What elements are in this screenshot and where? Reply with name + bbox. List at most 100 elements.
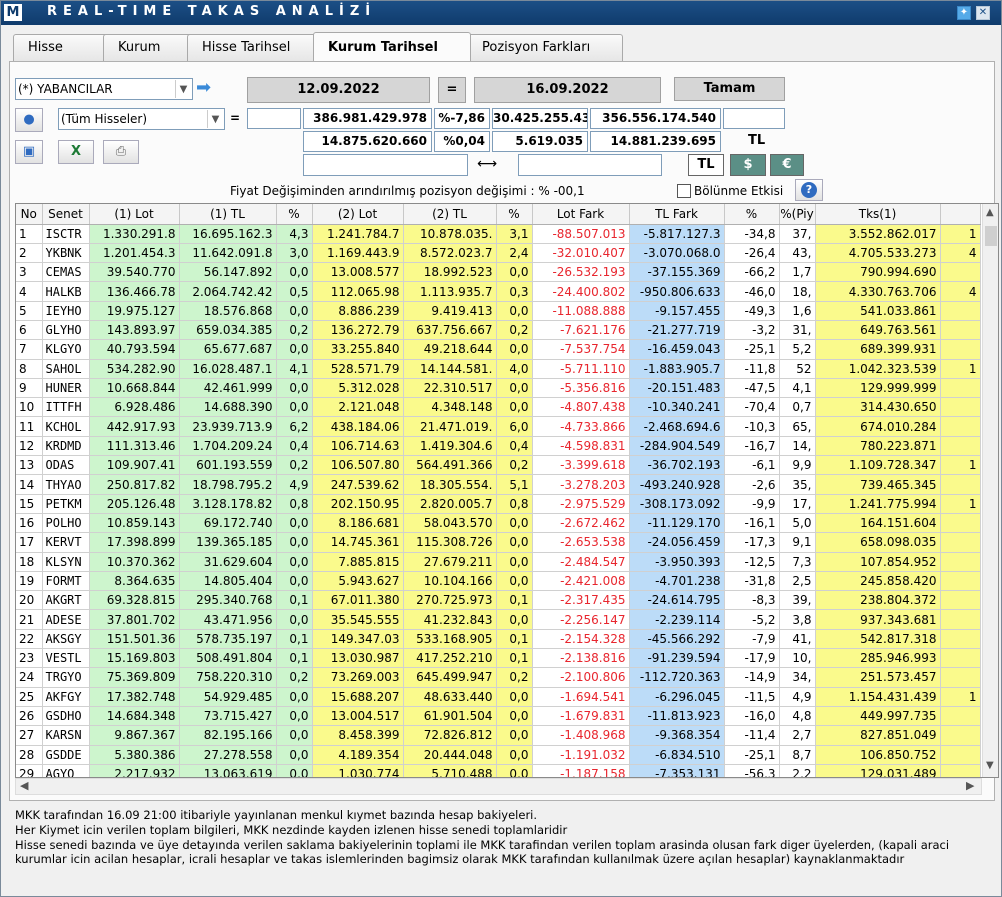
table-cell: 245.858.420 bbox=[815, 571, 941, 592]
tab-pozisyon-farklari[interactable]: Pozisyon Farkları bbox=[467, 34, 623, 61]
tab-hisse[interactable]: Hisse bbox=[13, 34, 108, 61]
column-header[interactable]: %(Piy bbox=[779, 204, 816, 225]
table-row[interactable]: 17 KERVT 17.398.899 139.365.185 0,0 14.745.36… bbox=[16, 532, 981, 553]
table-cell: 1.042.323.539 bbox=[815, 359, 941, 379]
column-header[interactable]: Senet bbox=[42, 204, 90, 225]
table-cell: 106.850.752 bbox=[815, 745, 941, 765]
table-cell: -1.408.968 bbox=[532, 725, 630, 746]
table-row[interactable]: 20 AKGRT 69.328.815 295.340.768 0,1 67.011.38… bbox=[16, 590, 981, 611]
table-row[interactable]: 26 GSDHO 14.684.348 73.715.427 0,0 13.004.517… bbox=[16, 706, 981, 727]
column-header[interactable] bbox=[940, 204, 981, 225]
column-header[interactable]: (2) Lot bbox=[312, 204, 404, 225]
scroll-left-icon[interactable]: ◀ bbox=[20, 779, 28, 792]
ok-button[interactable]: Tamam bbox=[674, 77, 785, 101]
tab-hisse-tarihsel[interactable]: Hisse Tarihsel bbox=[187, 34, 317, 61]
column-header[interactable]: % bbox=[276, 204, 313, 225]
table-row[interactable]: 13 ODAS 109.907.41 601.193.559 0,2 106.507.80… bbox=[16, 455, 981, 476]
table-cell: ODAS bbox=[42, 455, 90, 476]
table-row[interactable]: 29 AGYO 2.217.932 13.063.619 0,0 1.030.774 5.7… bbox=[16, 764, 981, 777]
chevron-down-icon[interactable]: ▼ bbox=[175, 80, 191, 98]
table-cell: 8.186.681 bbox=[312, 513, 404, 534]
scroll-right-icon[interactable]: ▶ bbox=[966, 779, 974, 792]
table-row[interactable]: 12 KRDMD 111.313.46 1.704.209.24 0,4 106.714.… bbox=[16, 436, 981, 457]
table-cell: -1.191.032 bbox=[532, 745, 630, 765]
group-icon[interactable]: ● bbox=[15, 108, 43, 132]
arrow-right-icon[interactable]: ➡ bbox=[196, 79, 216, 99]
table-row[interactable]: 25 AKFGY 17.382.748 54.929.485 0,0 15.688.207… bbox=[16, 687, 981, 707]
table-cell: 6.928.486 bbox=[89, 397, 180, 418]
table-row[interactable]: 8 SAHOL 534.282.90 16.028.487.1 4,1 528.571.7… bbox=[16, 359, 981, 379]
column-header[interactable]: No bbox=[16, 204, 43, 225]
table-cell: -37.155.369 bbox=[629, 262, 725, 283]
print-icon[interactable]: ⎙ bbox=[103, 140, 139, 164]
kurum-select[interactable]: (*) YABANCILAR ▼ bbox=[15, 78, 193, 100]
table-cell: 23 bbox=[16, 648, 43, 669]
date-end[interactable]: 16.09.2022 bbox=[474, 77, 661, 103]
table-row[interactable]: 18 KLSYN 10.370.362 31.629.604 0,0 7.885.815 2… bbox=[16, 552, 981, 572]
save-icon[interactable]: ▣ bbox=[15, 140, 43, 164]
column-header[interactable]: (1) Lot bbox=[89, 204, 180, 225]
scroll-thumb[interactable] bbox=[985, 226, 997, 246]
table-row[interactable]: 2 YKBNK 1.201.454.3 11.642.091.8 3,0 1.169.44… bbox=[16, 243, 981, 264]
hisse-select[interactable]: (Tüm Hisseler) ▼ bbox=[58, 108, 225, 130]
table-row[interactable]: 19 FORMT 8.364.635 14.805.404 0,0 5.943.627 10… bbox=[16, 571, 981, 592]
table-row[interactable]: 1 ISCTR 1.330.291.8 16.695.162.3 4,3 1.241.78… bbox=[16, 224, 981, 244]
table-cell bbox=[940, 416, 981, 437]
table-row[interactable]: 3 CEMAS 39.540.770 56.147.892 0,0 13.008.577 1… bbox=[16, 262, 981, 283]
table-header: No Senet (1) Lot (1) TL% (2) Lot (2) TL% Lot F… bbox=[16, 204, 981, 225]
table-row[interactable]: 10 ITTFH 6.928.486 14.688.390 0,0 2.121.048 4.… bbox=[16, 397, 981, 418]
data-grid[interactable]: No Senet (1) Lot (1) TL% (2) Lot (2) TL% Lot F… bbox=[15, 203, 999, 778]
table-row[interactable]: 28 GSDDE 5.380.386 27.278.558 0,0 4.189.354 20… bbox=[16, 745, 981, 765]
range-end-input[interactable] bbox=[518, 154, 662, 176]
table-cell: -7.537.754 bbox=[532, 339, 630, 360]
range-start-input[interactable] bbox=[303, 154, 468, 176]
bolunme-checkbox[interactable] bbox=[677, 184, 691, 198]
excel-icon[interactable]: X bbox=[58, 140, 94, 164]
table-row[interactable]: 21 ADESE 37.801.702 43.471.956 0,0 35.545.555… bbox=[16, 609, 981, 630]
column-header[interactable]: (2) TL bbox=[403, 204, 497, 225]
table-cell: 0,0 bbox=[496, 339, 533, 360]
filter-input[interactable] bbox=[247, 108, 301, 129]
table-row[interactable]: 11 KCHOL 442.917.93 23.939.713.9 6,2 438.184.… bbox=[16, 416, 981, 437]
table-row[interactable]: 5 IEYHO 19.975.127 18.576.868 0,0 8.886.239 9.… bbox=[16, 301, 981, 321]
column-header[interactable]: Lot Fark bbox=[532, 204, 630, 225]
table-row[interactable]: 27 KARSN 9.867.367 82.195.166 0,0 8.458.399 72… bbox=[16, 725, 981, 746]
chevron-down-icon[interactable]: ▼ bbox=[207, 110, 223, 128]
table-cell: 23.939.713.9 bbox=[179, 416, 277, 437]
scroll-down-icon[interactable]: ▼ bbox=[986, 760, 994, 771]
column-header[interactable]: TL Fark bbox=[629, 204, 725, 225]
currency-eur-button[interactable]: € bbox=[770, 154, 804, 176]
column-header[interactable]: (1) TL bbox=[179, 204, 277, 225]
column-header[interactable]: Tks(1) bbox=[815, 204, 941, 225]
table-cell: -25,1 bbox=[724, 339, 780, 360]
table-cell: 508.491.804 bbox=[179, 648, 277, 669]
horizontal-scrollbar[interactable]: ◀ ▶ bbox=[15, 778, 982, 795]
footer-line-1: MKK tarafından 16.09 21:00 itibariyle ya… bbox=[15, 808, 538, 822]
table-row[interactable]: 23 VESTL 15.169.803 508.491.804 0,1 13.030.98… bbox=[16, 648, 981, 669]
table-row[interactable]: 16 POLHO 10.859.143 69.172.740 0,0 8.186.681 5… bbox=[16, 513, 981, 534]
date-start[interactable]: 12.09.2022 bbox=[247, 77, 430, 103]
currency-usd-button[interactable]: $ bbox=[730, 154, 766, 176]
table-row[interactable]: 24 TRGYO 75.369.809 758.220.310 0,2 73.269.00… bbox=[16, 667, 981, 688]
help-button[interactable]: ? bbox=[795, 179, 823, 201]
sum-r1-c3: 30.425.255.438 bbox=[492, 108, 588, 129]
table-row[interactable]: 6 GLYHO 143.893.97 659.034.385 0,2 136.272.79… bbox=[16, 320, 981, 341]
column-header[interactable]: % bbox=[724, 204, 780, 225]
table-row[interactable]: 14 THYAO 250.817.82 18.798.795.2 4,9 247.539.… bbox=[16, 474, 981, 495]
currency-tl-button[interactable]: TL bbox=[688, 154, 724, 176]
vertical-scrollbar[interactable]: ▲ ▼ bbox=[982, 204, 998, 777]
table-row[interactable]: 22 AKSGY 151.501.36 578.735.197 0,1 149.347.0… bbox=[16, 629, 981, 650]
scroll-up-icon[interactable]: ▲ bbox=[986, 207, 994, 218]
tab-kurum[interactable]: Kurum bbox=[103, 34, 195, 61]
column-header[interactable]: % bbox=[496, 204, 533, 225]
tab-kurum-tarihsel[interactable]: Kurum Tarihsel bbox=[313, 32, 471, 61]
twitter-icon[interactable]: ✦ bbox=[957, 6, 971, 20]
table-cell: -9.368.354 bbox=[629, 725, 725, 746]
table-row[interactable]: 15 PETKM 205.126.48 3.128.178.82 0,8 202.150.… bbox=[16, 494, 981, 514]
table-row[interactable]: 4 HALKB 136.466.78 2.064.742.42 0,5 112.065.9… bbox=[16, 281, 981, 302]
close-icon[interactable]: ✕ bbox=[976, 6, 990, 20]
table-row[interactable]: 9 HUNER 10.668.844 42.461.999 0,0 5.312.028 22… bbox=[16, 378, 981, 399]
table-row[interactable]: 7 KLGYO 40.793.594 65.677.687 0,0 33.255.840 4… bbox=[16, 339, 981, 360]
table-cell: 0,0 bbox=[276, 745, 313, 765]
table-cell: 18.305.554. bbox=[403, 474, 497, 495]
